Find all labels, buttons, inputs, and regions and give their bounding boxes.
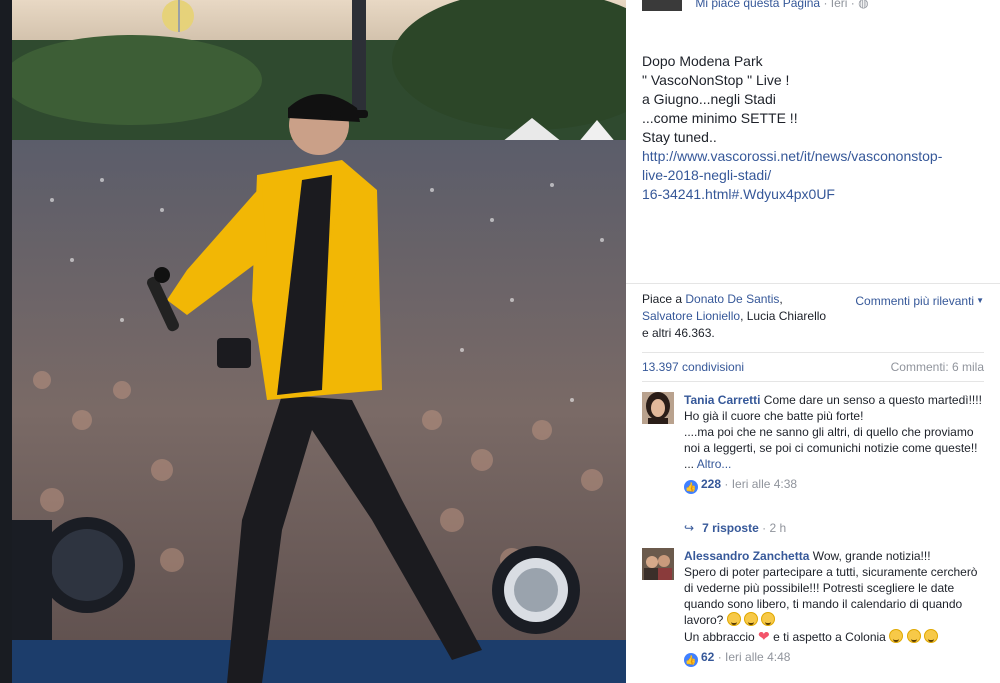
post-time[interactable]: Ieri xyxy=(831,0,848,10)
meta-separator: · xyxy=(724,477,729,491)
comment-body: Alessandro Zanchetta Wow, grande notizia… xyxy=(684,548,984,667)
avatar-image xyxy=(642,392,674,424)
comment-text: Ho già il cuore che batte più forte! xyxy=(684,409,864,423)
post-line: Dopo Modena Park xyxy=(642,53,763,69)
post-text: Dopo Modena Park " VascoNonStop " Live !… xyxy=(642,52,982,204)
avatar[interactable] xyxy=(642,548,674,580)
shares-count[interactable]: 13.397 condivisioni xyxy=(642,359,744,375)
meta-separator: · xyxy=(762,521,767,535)
avatar[interactable] xyxy=(642,392,674,424)
comment-author[interactable]: Tania Carretti xyxy=(684,393,760,407)
comments-count[interactable]: Commenti: 6 mila xyxy=(891,359,984,375)
comment-like-count[interactable]: 62 xyxy=(701,650,714,664)
grinning-emoji-icon xyxy=(906,629,921,643)
divider xyxy=(626,283,1000,284)
comment-time[interactable]: Ieri alle 4:38 xyxy=(732,477,797,491)
comment-text: Un abbraccio xyxy=(684,630,759,644)
header-separator: · xyxy=(823,0,828,10)
post-link-line[interactable]: 16-34241.html#.Wdyux4px0UF xyxy=(642,185,982,204)
grinning-emoji-icon xyxy=(761,612,776,626)
post-line: ...come minimo SETTE !! xyxy=(642,110,798,126)
smile-emoji-icon xyxy=(889,629,904,643)
comment-body: Tania Carretti Come dare un senso a ques… xyxy=(684,392,984,494)
replies-count: 7 risposte xyxy=(702,521,759,535)
see-more-link[interactable]: Altro... xyxy=(697,457,732,471)
grinning-emoji-icon xyxy=(726,612,741,626)
liker-name[interactable]: Donato De Santis xyxy=(685,292,779,306)
concert-photo[interactable] xyxy=(12,0,626,683)
page-header: Mi piace questa Pagina · Ieri · ◍ xyxy=(642,0,869,12)
grinning-emoji-icon xyxy=(923,629,938,643)
globe-icon: ◍ xyxy=(858,0,869,10)
heart-emoji-icon: ❤ xyxy=(758,628,770,644)
like-page-link[interactable]: Mi piace questa Pagina xyxy=(695,0,820,10)
view-replies-button[interactable]: ↪ 7 risposte · 2 h xyxy=(684,520,786,536)
liker-name[interactable]: Salvatore Lioniello xyxy=(642,309,740,323)
likes-prefix: Piace a xyxy=(642,292,686,306)
post-line: a Giugno...negli Stadi xyxy=(642,91,776,107)
avatar-image xyxy=(642,548,674,580)
grinning-emoji-icon xyxy=(744,612,759,626)
post-side-panel: Mi piace questa Pagina · Ieri · ◍ Dopo M… xyxy=(626,0,1000,683)
concert-photo-image xyxy=(12,0,626,683)
facebook-photo-viewer: Mi piace questa Pagina · Ieri · ◍ Dopo M… xyxy=(0,0,1000,683)
post-link-line[interactable]: http://www.vascorossi.net/it/news/vascon… xyxy=(642,147,982,166)
meta-separator: · xyxy=(717,650,722,664)
reply-arrow-icon: ↪ xyxy=(684,521,695,535)
comment-like-count[interactable]: 228 xyxy=(701,477,721,491)
header-separator-2: · xyxy=(850,0,855,10)
divider xyxy=(642,381,984,382)
comment-text: e ti aspetto a Colonia xyxy=(769,630,890,644)
chevron-down-icon: ▼ xyxy=(976,296,984,305)
comment-text: Wow, grande notizia!!! xyxy=(809,549,931,563)
comment-meta: 👍 62 · Ieri alle 4:48 xyxy=(684,649,984,667)
comment-meta: 👍 228 · Ieri alle 4:38 xyxy=(684,476,984,494)
likes-comma: , xyxy=(779,292,783,306)
comment-time[interactable]: Ieri alle 4:48 xyxy=(725,650,790,664)
comment-author[interactable]: Alessandro Zanchetta xyxy=(684,549,809,563)
reactions-summary: Piace a Donato De Santis, Salvatore Lion… xyxy=(642,291,832,342)
thumbs-up-icon: 👍 xyxy=(684,480,698,494)
comment-sort-label: Commenti più rilevanti xyxy=(855,294,975,308)
post-line: " VascoNonStop " Live ! xyxy=(642,72,790,88)
divider xyxy=(642,352,984,353)
comment-text: Come dare un senso a questo martedì!!!! xyxy=(760,393,982,407)
page-thumbnail[interactable] xyxy=(642,0,682,11)
thumbs-up-icon: 👍 xyxy=(684,653,698,667)
post-link-line[interactable]: live-2018-negli-stadi/ xyxy=(642,166,982,185)
comment-sort-dropdown[interactable]: Commenti più rilevanti ▼ xyxy=(855,292,984,310)
post-line: Stay tuned.. xyxy=(642,129,717,145)
replies-time: 2 h xyxy=(769,521,787,535)
